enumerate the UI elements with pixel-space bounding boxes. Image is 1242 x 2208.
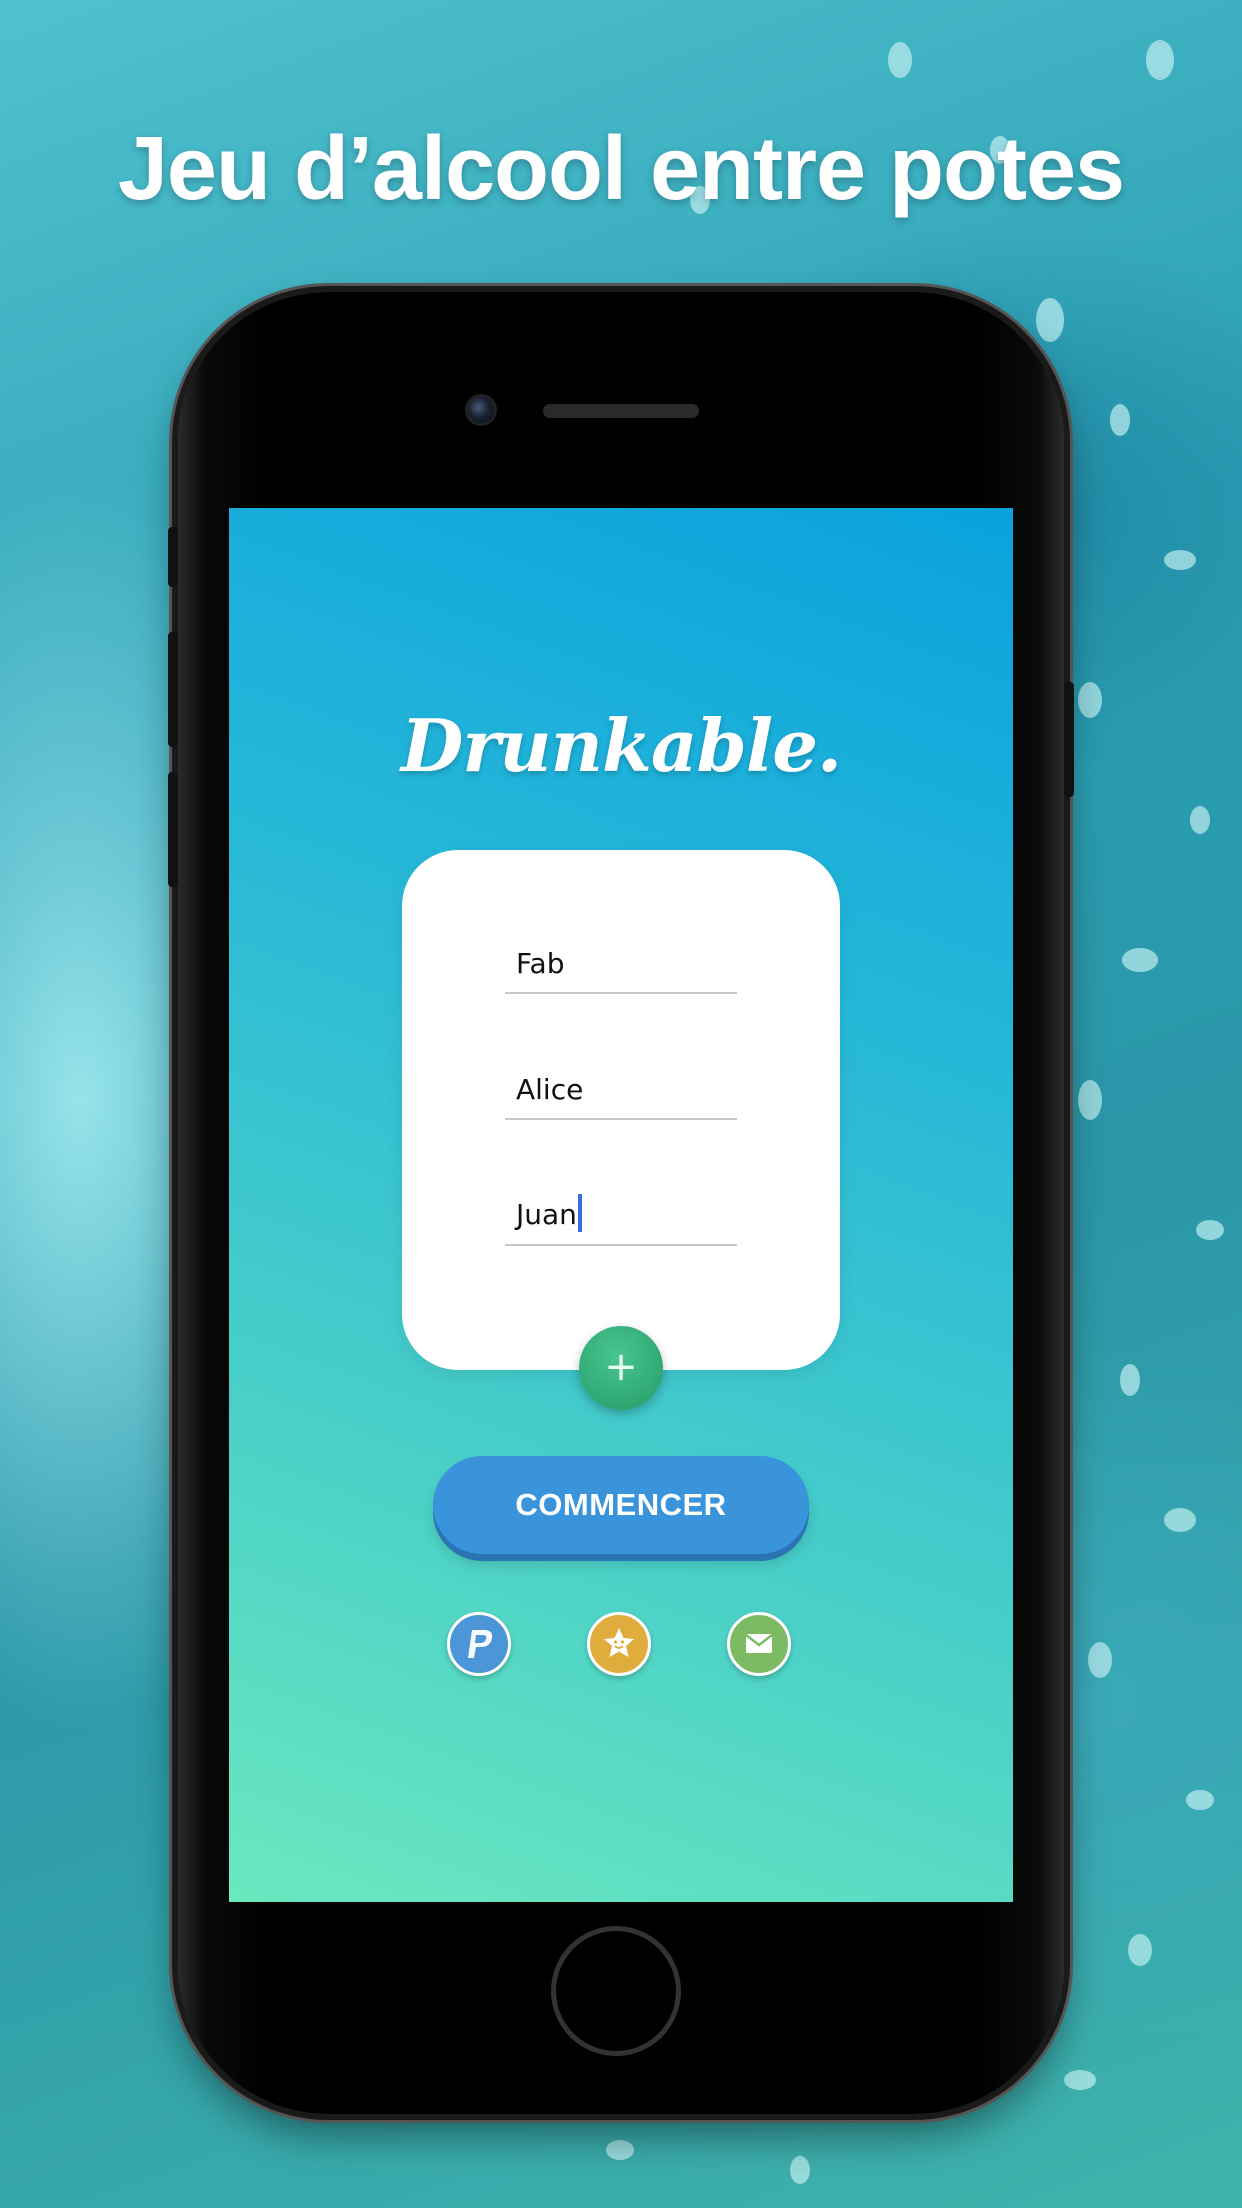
paypal-button[interactable] — [447, 1612, 511, 1676]
player-name-text: Juan — [516, 1198, 577, 1231]
mail-icon — [745, 1634, 773, 1653]
front-camera — [468, 397, 494, 423]
player-name-field[interactable]: Juan — [505, 1194, 737, 1246]
home-button[interactable] — [551, 1926, 681, 2056]
add-player-button[interactable]: + — [579, 1326, 663, 1410]
phone-volume-up — [168, 632, 178, 747]
text-caret — [577, 1194, 582, 1232]
paypal-icon — [468, 1630, 493, 1658]
player-name-field[interactable]: Fab — [505, 942, 737, 994]
phone-mute-switch — [168, 527, 178, 587]
star-icon — [604, 1628, 634, 1657]
app-screen: Drunkable. Fab Alice Juan + COMMENCER — [229, 508, 1013, 1902]
phone-power-button — [1064, 682, 1074, 797]
earpiece-speaker — [543, 404, 699, 418]
player-name-value: Alice — [516, 1073, 584, 1106]
player-name-value-active: Juan — [516, 1194, 582, 1232]
player-name-value: Fab — [516, 947, 565, 980]
players-card: Fab Alice Juan — [402, 850, 840, 1370]
phone-volume-down — [168, 772, 178, 887]
mail-button[interactable] — [727, 1612, 791, 1676]
start-button[interactable]: COMMENCER — [433, 1456, 809, 1554]
app-logo: Drunkable. — [400, 703, 842, 788]
page-headline: Jeu d’alcool entre potes — [117, 119, 1125, 219]
player-name-field[interactable]: Alice — [505, 1068, 737, 1120]
rate-button[interactable] — [587, 1612, 651, 1676]
